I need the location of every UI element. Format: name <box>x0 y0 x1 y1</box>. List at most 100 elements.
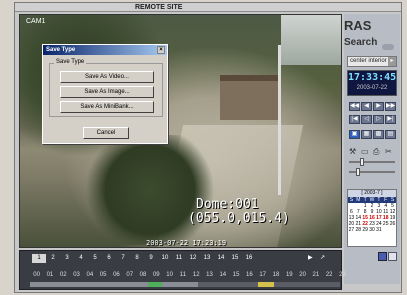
channel-tab[interactable]: 9 <box>144 254 158 263</box>
hour-label: 10 <box>166 272 173 278</box>
brightness-slider-handle[interactable] <box>360 158 364 166</box>
dialog-title: Save Type <box>46 47 76 53</box>
video-view[interactable]: CAM1 Dome:001 (055.0,015.4) 2003-07-22 1… <box>19 14 342 248</box>
site-selector[interactable]: center interior ▸ <box>347 56 397 67</box>
frame-forward-icon[interactable]: ▷ <box>373 115 384 124</box>
save-as-image-button[interactable]: Save As Image... <box>60 86 154 98</box>
layout-quad-icon[interactable]: ▦ <box>361 130 372 139</box>
motion-segment <box>148 282 162 287</box>
step-forward-icon[interactable]: ▶| <box>385 115 396 124</box>
channel-tab[interactable]: 11 <box>172 254 186 263</box>
channel-tab[interactable]: 12 <box>186 254 200 263</box>
brightness-slider[interactable] <box>349 161 395 163</box>
hour-label: 09 <box>152 272 160 278</box>
ras-search-window: REMOTE SITE CAM1 Dome:001 (055.0,015.4) … <box>14 2 402 293</box>
hour-label: 12 <box>192 272 200 278</box>
save-as-video-button[interactable]: Save As Video... <box>60 71 154 83</box>
print-icon[interactable]: ⎙ <box>373 147 379 157</box>
rewind-fast-icon[interactable]: ◀◀ <box>349 102 360 111</box>
calendar-day[interactable]: 29 <box>362 227 369 233</box>
dropdown-arrow-icon[interactable]: ▸ <box>388 57 396 66</box>
logo-search: Search <box>344 37 378 48</box>
save-as-minibank-button[interactable]: Save As MiniBank... <box>60 101 154 113</box>
layout-nine-icon[interactable]: ▩ <box>373 130 384 139</box>
hour-label: 08 <box>139 272 147 278</box>
channel-tab[interactable]: 7 <box>116 254 130 263</box>
channel-tab[interactable]: 10 <box>158 254 172 263</box>
channel-tab[interactable]: 16 <box>242 254 256 263</box>
calendar-day[interactable]: 28 <box>355 227 362 233</box>
hour-label: 17 <box>259 272 267 278</box>
cut-icon[interactable]: ✂ <box>385 147 392 156</box>
clock-display: 17:33:45 2003-07-22 <box>347 70 397 96</box>
timeline-play-icon[interactable]: ▶ <box>308 254 313 261</box>
frame-back-icon[interactable]: ◁ <box>361 115 372 124</box>
timeline-expand-icon[interactable]: ↗ <box>320 254 325 261</box>
logo-ras: RAS <box>344 18 372 33</box>
channel-tab[interactable]: 15 <box>228 254 242 263</box>
recording-track[interactable] <box>30 282 340 287</box>
contrast-slider-handle[interactable] <box>356 168 360 176</box>
calendar-day[interactable]: 30 <box>369 227 376 233</box>
play-icon[interactable]: ▶ <box>373 102 384 111</box>
channel-tab[interactable]: 14 <box>214 254 228 263</box>
step-back-icon[interactable]: |◀ <box>349 115 360 124</box>
camera-label: CAM1 <box>26 18 46 25</box>
hour-label: 16 <box>246 272 253 278</box>
alarm-segment <box>258 282 274 287</box>
window-title: REMOTE SITE <box>135 4 183 11</box>
group-label: Save Type <box>54 59 87 65</box>
fast-forward-icon[interactable]: ▶▶ <box>385 102 396 111</box>
layout-single-icon[interactable]: ▣ <box>349 130 360 139</box>
timeline-bar: 1 2 3 4 5 6 7 8 9 10 11 12 13 14 15 16 ▶ ↗ 00 01 02 03 04 05… <box>19 250 346 290</box>
channel-tab[interactable]: 5 <box>88 254 102 263</box>
calendar-day <box>389 227 396 233</box>
hour-label: 07 <box>126 272 134 278</box>
channel-tab[interactable]: 13 <box>200 254 214 263</box>
close-icon[interactable]: × <box>157 46 165 54</box>
save-icon[interactable]: ▭ <box>361 147 369 156</box>
cancel-button[interactable]: Cancel <box>83 127 129 139</box>
hour-label: 03 <box>73 272 80 278</box>
site-selector-value: center interior <box>350 58 387 64</box>
tools-icon[interactable]: ⚒ <box>349 147 356 156</box>
house-structure <box>220 75 280 120</box>
channel-tab[interactable]: 4 <box>74 254 88 263</box>
dialog-title-bar: Save Type × <box>43 45 167 55</box>
calendar-day[interactable]: 27 <box>348 227 355 233</box>
hour-label: 06 <box>113 272 120 278</box>
rewind-icon[interactable]: ◀ <box>361 102 372 111</box>
hour-label: 02 <box>59 272 67 278</box>
camera-icon[interactable] <box>378 252 387 261</box>
exit-icon[interactable] <box>388 252 397 261</box>
app-logo: RAS Search <box>344 18 400 48</box>
lamp-pole <box>278 45 281 195</box>
video-timestamp: 2003-07-22 17:23:19 <box>146 239 227 247</box>
hour-label: 19 <box>285 272 293 278</box>
calendar-day[interactable]: 31 <box>375 227 382 233</box>
hour-label: 01 <box>46 272 54 278</box>
hour-label: 00 <box>33 272 40 278</box>
channel-tab[interactable]: 2 <box>46 254 60 263</box>
hour-label: 21 <box>312 272 320 278</box>
save-type-group: Save Type Save As Video... Save As Image… <box>49 59 163 117</box>
hour-label: 23 <box>339 272 346 278</box>
channel-tab[interactable]: 6 <box>102 254 116 263</box>
hour-label: 14 <box>219 272 227 278</box>
calendar-days[interactable]: 1 2 3 4 5 6 7 8 9 10 11 12 13 14 15 16 17 18 19 20 21 22 23 24 2… <box>348 203 396 233</box>
dome-coords-overlay: (055.0,015.4) <box>188 211 290 226</box>
clock-date: 2003-07-22 <box>356 85 388 91</box>
calendar-header: [ 2003-7 ] <box>348 190 396 197</box>
right-control-panel: RAS Search center interior ▸ 17:33:45 20… <box>344 14 400 284</box>
channel-tabs: 1 2 3 4 5 6 7 8 9 10 11 12 13 14 15 16 <box>32 254 256 263</box>
clock-time: 17:33:45 <box>348 72 397 83</box>
save-type-dialog: Save Type × Save Type Save As Video... S… <box>42 44 168 144</box>
channel-tab[interactable]: 3 <box>60 254 74 263</box>
timeline-hours: 00 01 02 03 04 05 06 07 08 09 10 11 12 13 14 15 16 17 18 19… <box>30 272 349 278</box>
channel-tab[interactable]: 1 <box>32 254 46 263</box>
eye-icon <box>382 44 394 50</box>
layout-sixteen-icon[interactable]: ▤ <box>385 130 396 139</box>
channel-tab[interactable]: 8 <box>130 254 144 263</box>
calendar: [ 2003-7 ] SMTWTFS 1 2 3 4 5 6 7 8 9 10 11 12 13 14 15… <box>347 189 397 247</box>
hour-label: 11 <box>179 272 187 278</box>
